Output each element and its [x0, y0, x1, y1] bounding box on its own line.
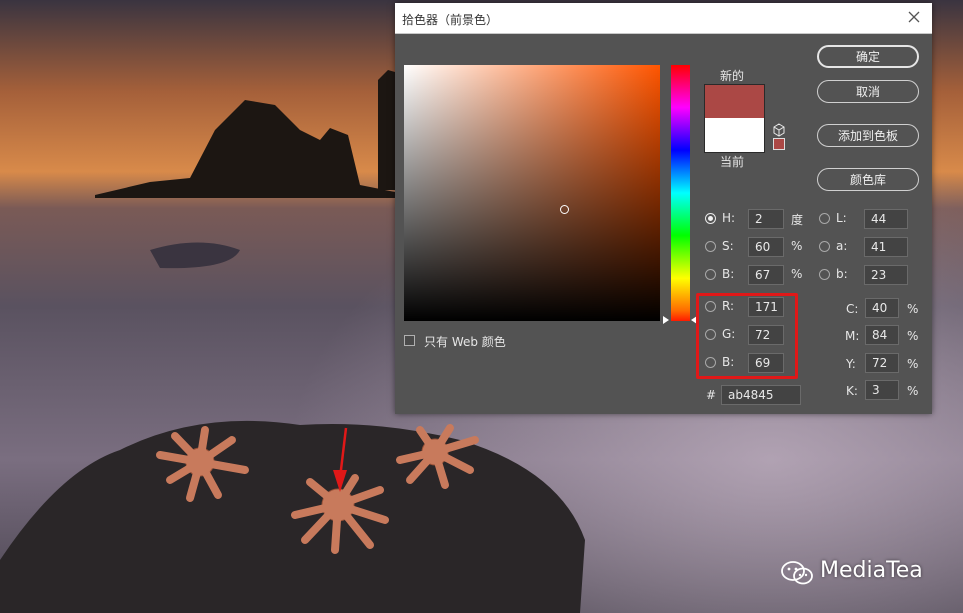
rgb-highlight-box — [696, 293, 798, 379]
unit-k: % — [907, 384, 919, 398]
unit-h: 度 — [791, 213, 804, 227]
web-only-checkbox[interactable] — [404, 335, 415, 346]
new-color-swatch — [704, 84, 765, 119]
input-s[interactable]: 60 — [748, 237, 784, 257]
radio-a[interactable] — [819, 241, 830, 252]
radio-h[interactable] — [705, 213, 716, 224]
color-picker-dialog: 拾色器（前景色） 新的 当前 确定 取消 添加到色板 颜色库 H: 2 度 S:… — [395, 3, 932, 414]
hue-slider[interactable] — [671, 65, 690, 321]
input-k[interactable]: 3 — [865, 380, 899, 400]
radio-lab-b[interactable] — [819, 269, 830, 280]
label-h: H: — [722, 211, 736, 225]
add-to-swatches-button[interactable]: 添加到色板 — [817, 124, 919, 147]
input-h[interactable]: 2 — [748, 209, 784, 229]
label-m: M: — [845, 329, 860, 343]
new-color-label: 新的 — [720, 69, 745, 83]
label-y: Y: — [846, 357, 856, 371]
label-l: L: — [836, 211, 847, 225]
label-s: S: — [722, 239, 734, 253]
radio-b[interactable] — [705, 269, 716, 280]
unit-s: % — [791, 239, 803, 253]
input-l[interactable]: 44 — [864, 209, 908, 229]
input-hex[interactable]: ab4845 — [721, 385, 801, 405]
current-color-swatch[interactable] — [704, 118, 765, 153]
label-k: K: — [846, 384, 858, 398]
ok-button[interactable]: 确定 — [817, 45, 919, 68]
dialog-title: 拾色器（前景色） — [402, 13, 499, 27]
cancel-button[interactable]: 取消 — [817, 80, 919, 103]
label-lab-b: b: — [836, 267, 848, 281]
radio-l[interactable] — [819, 213, 830, 224]
label-hex: # — [706, 388, 717, 402]
input-m[interactable]: 84 — [865, 325, 899, 345]
close-icon[interactable] — [906, 9, 922, 25]
label-a: a: — [836, 239, 848, 253]
watermark-text: MediaTea — [820, 558, 923, 583]
web-only-label: 只有 Web 颜色 — [424, 335, 506, 349]
unit-b: % — [791, 267, 803, 281]
label-c: C: — [846, 302, 859, 316]
web-safe-swatch[interactable] — [773, 138, 785, 150]
unit-y: % — [907, 357, 919, 371]
input-y[interactable]: 72 — [865, 353, 899, 373]
radio-s[interactable] — [705, 241, 716, 252]
color-field[interactable] — [404, 65, 660, 321]
cube-icon[interactable] — [772, 123, 786, 137]
color-field-cursor[interactable] — [560, 205, 569, 214]
current-color-label: 当前 — [720, 155, 745, 169]
input-b[interactable]: 67 — [748, 265, 784, 285]
unit-m: % — [907, 329, 919, 343]
input-a[interactable]: 41 — [864, 237, 908, 257]
label-b: B: — [722, 267, 735, 281]
color-libraries-button[interactable]: 颜色库 — [817, 168, 919, 191]
input-c[interactable]: 40 — [865, 298, 899, 318]
dialog-titlebar[interactable]: 拾色器（前景色） — [395, 3, 932, 34]
hue-slider-handle-left[interactable] — [663, 316, 669, 324]
unit-c: % — [907, 302, 919, 316]
input-lab-b[interactable]: 23 — [864, 265, 908, 285]
wechat-icon — [781, 561, 813, 585]
